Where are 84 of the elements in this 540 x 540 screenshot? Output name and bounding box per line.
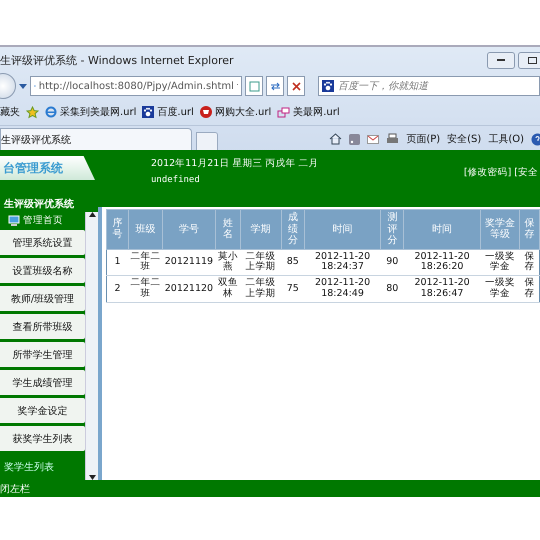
- collapse-sidebar-link[interactable]: 闭左栏: [0, 482, 30, 496]
- table-cell: 一级奖学金: [480, 249, 520, 276]
- sidebar-item[interactable]: 学生成绩管理: [0, 370, 85, 395]
- window-title: 生评级评优系统 - Windows Internet Explorer: [0, 52, 234, 68]
- sidebar-item[interactable]: 教师/班级管理: [0, 286, 85, 311]
- minimize-icon: [497, 58, 505, 62]
- table-cell: 莫小燕: [215, 249, 240, 276]
- star-icon[interactable]: [26, 106, 39, 118]
- table-cell: 90: [380, 249, 404, 276]
- table-cell: 1: [106, 249, 128, 276]
- sidebar-title: 生评级评优系统: [4, 198, 75, 211]
- table-cell: 双鱼林: [215, 276, 240, 303]
- table-cell: 2012-11-20 18:24:49: [304, 276, 381, 303]
- home-icon[interactable]: [329, 133, 342, 145]
- table-cell: 2012-11-20 18:26:20: [404, 249, 480, 276]
- mail-icon[interactable]: [367, 134, 380, 144]
- account-links[interactable]: [修改密码] [安全: [464, 166, 538, 179]
- close-icon: [292, 82, 300, 90]
- table-cell: 保存: [520, 276, 540, 303]
- table-cell: 75: [281, 276, 304, 303]
- scrollbar[interactable]: [85, 212, 98, 480]
- table-cell: 二年级上学期: [240, 276, 282, 303]
- scroll-up-icon[interactable]: [88, 212, 96, 217]
- cart-icon: [200, 106, 212, 118]
- dropdown-icon[interactable]: [19, 84, 27, 88]
- printer-icon[interactable]: [386, 133, 400, 145]
- system-logo: 台管理系统: [0, 156, 95, 180]
- table-cell: 20121120: [162, 276, 216, 303]
- table-cell: 二年二班: [128, 249, 162, 276]
- favorite-link[interactable]: 美最网.url: [277, 105, 340, 119]
- address-field[interactable]: http://localhost:8080/Pjpy/Admin.shtml: [30, 76, 242, 96]
- paw-icon: [142, 106, 154, 118]
- scroll-down-icon[interactable]: [88, 475, 96, 480]
- favorite-link[interactable]: 采集到美最网.url: [45, 105, 136, 119]
- column-header: 班级: [128, 210, 162, 249]
- favorite-link[interactable]: 百度.url: [142, 105, 194, 119]
- date-text: 2012年11月21日 星期三 丙戌年 二月: [151, 157, 318, 170]
- table-cell: 二年二班: [128, 276, 162, 303]
- window-icon: [277, 106, 290, 118]
- maximize-button[interactable]: [518, 52, 540, 68]
- sidebar-item[interactable]: 设置班级名称: [0, 258, 85, 283]
- feed-icon[interactable]: [349, 134, 360, 144]
- table-cell: 85: [281, 249, 304, 276]
- column-header: 学期: [240, 210, 282, 249]
- menu-button[interactable]: 工具(O): [488, 132, 524, 146]
- paw-icon: [322, 80, 334, 92]
- table-cell: 一级奖学金: [480, 276, 520, 303]
- refresh-button[interactable]: [266, 76, 284, 96]
- column-header: 成绩分: [281, 210, 304, 249]
- column-header: 姓名: [215, 210, 240, 249]
- current-section: 奖学生列表: [4, 460, 85, 474]
- favorite-link[interactable]: 网购大全.url: [200, 105, 272, 119]
- table-cell: 2012-11-20 18:24:37: [304, 249, 381, 276]
- sidebar-item[interactable]: 所带学生管理: [0, 342, 85, 367]
- browser-tab[interactable]: 生评级评优系统: [0, 128, 192, 150]
- column-header: 时间: [404, 210, 480, 249]
- table-cell: 保存: [520, 249, 540, 276]
- table-cell: 2: [106, 276, 128, 303]
- column-header: 学号: [162, 210, 216, 249]
- sidebar-item[interactable]: 获奖学生列表: [0, 426, 85, 451]
- table-cell: 20121119: [162, 249, 216, 276]
- column-header: 奖学金等级: [480, 210, 520, 249]
- home-link[interactable]: 管理首页: [0, 214, 85, 227]
- status-text: undefined: [151, 175, 201, 185]
- table-cell: 二年级上学期: [240, 249, 282, 276]
- compatibility-button[interactable]: [245, 76, 263, 96]
- sidebar-item[interactable]: 管理系统设置: [0, 230, 85, 255]
- menu-button[interactable]: 安全(S): [447, 132, 482, 146]
- refresh-icon: [270, 80, 280, 92]
- minimize-button[interactable]: [487, 52, 515, 68]
- column-header: 保存: [520, 210, 540, 249]
- column-header: 时间: [304, 210, 381, 249]
- menu-button[interactable]: 页面(P): [406, 132, 440, 146]
- favorites-label: 藏夹: [0, 106, 20, 119]
- column-header: 序号: [106, 210, 128, 249]
- column-header: 测评分: [380, 210, 404, 249]
- sidebar-item[interactable]: 查看所带班级: [0, 314, 85, 339]
- table-cell: 80: [380, 276, 404, 303]
- table-cell: 2012-11-20 18:26:47: [404, 276, 480, 303]
- page-icon: [248, 80, 260, 92]
- computer-icon: [8, 215, 20, 226]
- sidebar-item[interactable]: 奖学金设定: [0, 398, 85, 423]
- maximize-icon: [528, 56, 536, 64]
- stop-button[interactable]: [287, 76, 305, 96]
